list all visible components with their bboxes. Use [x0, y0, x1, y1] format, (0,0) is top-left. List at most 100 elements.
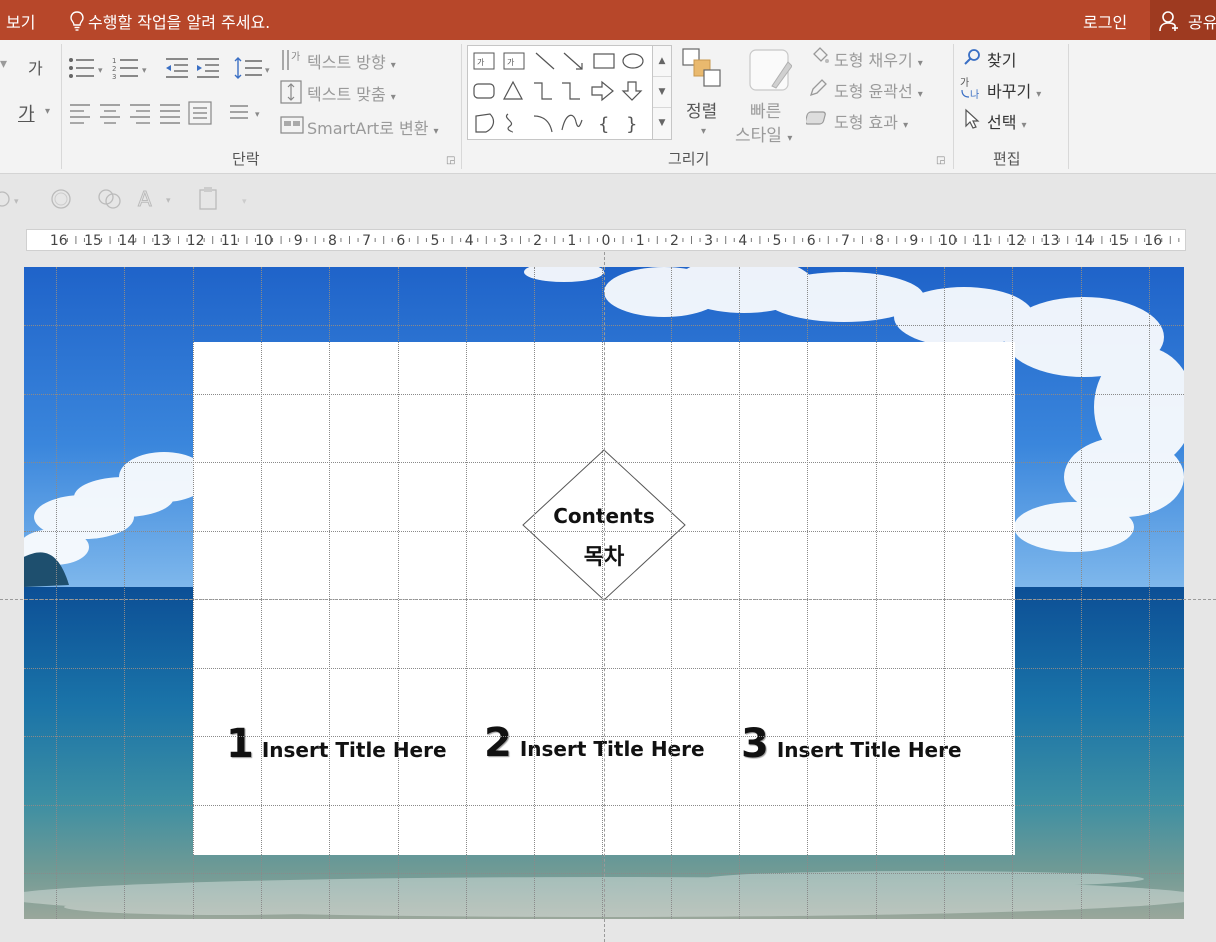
item-number: 1 [226, 721, 254, 767]
list-item[interactable]: 1 Insert Title Here [226, 721, 447, 767]
cursor-icon[interactable] [964, 108, 982, 130]
grid-line-vertical [807, 267, 809, 919]
gallery-scrollbar[interactable]: ▲ ▼ ▼ [652, 46, 671, 139]
item-title: Insert Title Here [261, 738, 447, 762]
shape-outline-icon[interactable] [808, 78, 828, 98]
svg-text:가: 가 [507, 58, 515, 67]
gallery-more[interactable]: ▼ [653, 108, 671, 138]
svg-text:▾: ▾ [166, 196, 171, 206]
quick-styles-icon[interactable] [748, 48, 792, 94]
increase-indent-icon[interactable] [195, 56, 221, 80]
horizontal-ruler[interactable]: 16 15 14 13 12 11 10 9 8 7 6 5 4 3 2 1 0 1 2 3 4 5 6 7 8 9 10 11 12 1… [26, 229, 1186, 251]
arrange-icon[interactable] [682, 48, 724, 90]
distributed-icon[interactable] [188, 101, 212, 125]
quick-styles-button[interactable]: 스타일 ▾ [735, 121, 792, 146]
align-center-icon[interactable] [98, 101, 122, 125]
svg-text:1: 1 [112, 57, 116, 65]
svg-text:가: 가 [477, 58, 485, 67]
ruler-label: 11 [973, 233, 991, 249]
shape-effects-button[interactable]: 도형 효과 ▾ [834, 109, 908, 133]
decrease-indent-icon[interactable] [164, 56, 190, 80]
drawing-group-label: 그리기 [668, 150, 710, 168]
convert-smartart-button[interactable]: SmartArt로 변환 ▾ [307, 115, 439, 139]
login-link[interactable]: 로그인 [1083, 9, 1127, 33]
item-title: Insert Title Here [776, 738, 962, 762]
ruler-label: 13 [152, 233, 170, 249]
gallery-scroll-up[interactable]: ▲ [653, 46, 671, 77]
ruler-label: 5 [431, 233, 440, 249]
ruler-label: 16 [50, 233, 68, 249]
quick-styles-label-1[interactable]: 빠른 [750, 97, 781, 122]
search-icon[interactable] [962, 48, 982, 68]
ruler-label: 6 [807, 233, 816, 249]
text-effects-icon[interactable]: A ▾ [136, 186, 180, 212]
ruler-label: 10 [255, 233, 273, 249]
intersect-icon[interactable] [96, 186, 124, 212]
list-item[interactable]: 3 Insert Title Here [741, 721, 962, 767]
floating-toolbar: ▾ A ▾ ▾ [0, 180, 1216, 218]
ruler-label: 8 [328, 233, 337, 249]
shape-outline-mini-icon[interactable] [48, 186, 74, 212]
select-button[interactable]: 선택 ▾ [987, 109, 1027, 133]
ruler-label: 9 [909, 233, 918, 249]
shape-effects-icon[interactable] [806, 108, 830, 128]
shape-fill-icon[interactable] [810, 46, 830, 66]
align-text-button[interactable]: 텍스트 맞춤 ▾ [307, 81, 396, 105]
font-size-caret[interactable]: ▾ [0, 56, 7, 72]
clipboard-icon[interactable]: ▾ [196, 186, 256, 212]
align-right-icon[interactable] [128, 101, 152, 125]
arrange-button[interactable]: 정렬 [686, 97, 717, 122]
grid-line-vertical [739, 267, 740, 919]
char-spacing-caret[interactable]: ▾ [45, 106, 50, 117]
shapes-grid: 가 가 { } [473, 52, 644, 135]
char-spacing-button[interactable]: 가 [18, 100, 35, 126]
smartart-icon[interactable] [280, 114, 304, 136]
svg-text:▾: ▾ [255, 110, 260, 120]
svg-text:▾: ▾ [242, 197, 247, 207]
ruler-label: 12 [1007, 233, 1025, 249]
paragraph-group-label: 단락 [232, 150, 260, 168]
shapes-gallery[interactable]: 가 가 { } ▲ ▼ ▼ [467, 45, 672, 140]
text-direction-icon[interactable]: 가 [280, 48, 302, 72]
lightbulb-icon [70, 11, 84, 31]
vertical-guide[interactable] [604, 252, 605, 942]
gallery-scroll-down[interactable]: ▼ [653, 77, 671, 108]
align-left-icon[interactable] [68, 101, 92, 125]
merge-shapes-icon[interactable]: ▾ [0, 188, 30, 210]
ruler-label: 8 [875, 233, 884, 249]
share-button[interactable]: 공유 [1150, 0, 1216, 40]
paragraph-dialog-launcher[interactable]: ◲ [446, 155, 455, 166]
columns-icon[interactable]: ▾ [228, 101, 268, 125]
grid-line-vertical [875, 267, 877, 919]
tell-me-box[interactable]: 수행할 작업을 알려 주세요. [70, 9, 270, 33]
text-direction-button[interactable]: 텍스트 방향 ▾ [307, 49, 396, 73]
ruler-label: 3 [704, 233, 713, 249]
tab-view[interactable]: 보기 [6, 9, 35, 33]
arrange-caret[interactable]: ▾ [701, 126, 706, 137]
bullet-list-icon[interactable]: ▾ [68, 56, 108, 80]
item-title: Insert Title Here [519, 737, 705, 761]
tell-me-text: 수행할 작업을 알려 주세요. [88, 13, 271, 32]
horizontal-guide[interactable] [0, 599, 1216, 600]
line-spacing-icon[interactable]: ▾ [234, 56, 274, 80]
grid-line-vertical [56, 267, 57, 919]
svg-text:▾: ▾ [14, 197, 19, 207]
find-button[interactable]: 찾기 [987, 47, 1016, 71]
shape-fill-button[interactable]: 도형 채우기 ▾ [834, 47, 923, 71]
font-color-button[interactable]: 가 [28, 55, 43, 79]
grid-line-vertical [397, 267, 399, 919]
ruler-label: 3 [499, 233, 508, 249]
item-number: 2 [484, 720, 512, 766]
drawing-dialog-launcher[interactable]: ◲ [936, 155, 945, 166]
replace-icon[interactable]: 가나 [960, 76, 984, 100]
shape-outline-button[interactable]: 도형 윤곽선 ▾ [834, 78, 923, 102]
justify-icon[interactable] [158, 101, 182, 125]
ruler-label: 12 [187, 233, 205, 249]
align-text-icon[interactable] [280, 80, 302, 104]
ruler-label: 6 [396, 233, 405, 249]
ruler-label: 14 [118, 233, 136, 249]
numbered-list-icon[interactable]: 1 2 3 ▾ [112, 56, 152, 80]
svg-text:A: A [138, 187, 152, 211]
ruler-label: 1 [567, 233, 576, 249]
replace-button[interactable]: 바꾸기 ▾ [987, 78, 1041, 102]
